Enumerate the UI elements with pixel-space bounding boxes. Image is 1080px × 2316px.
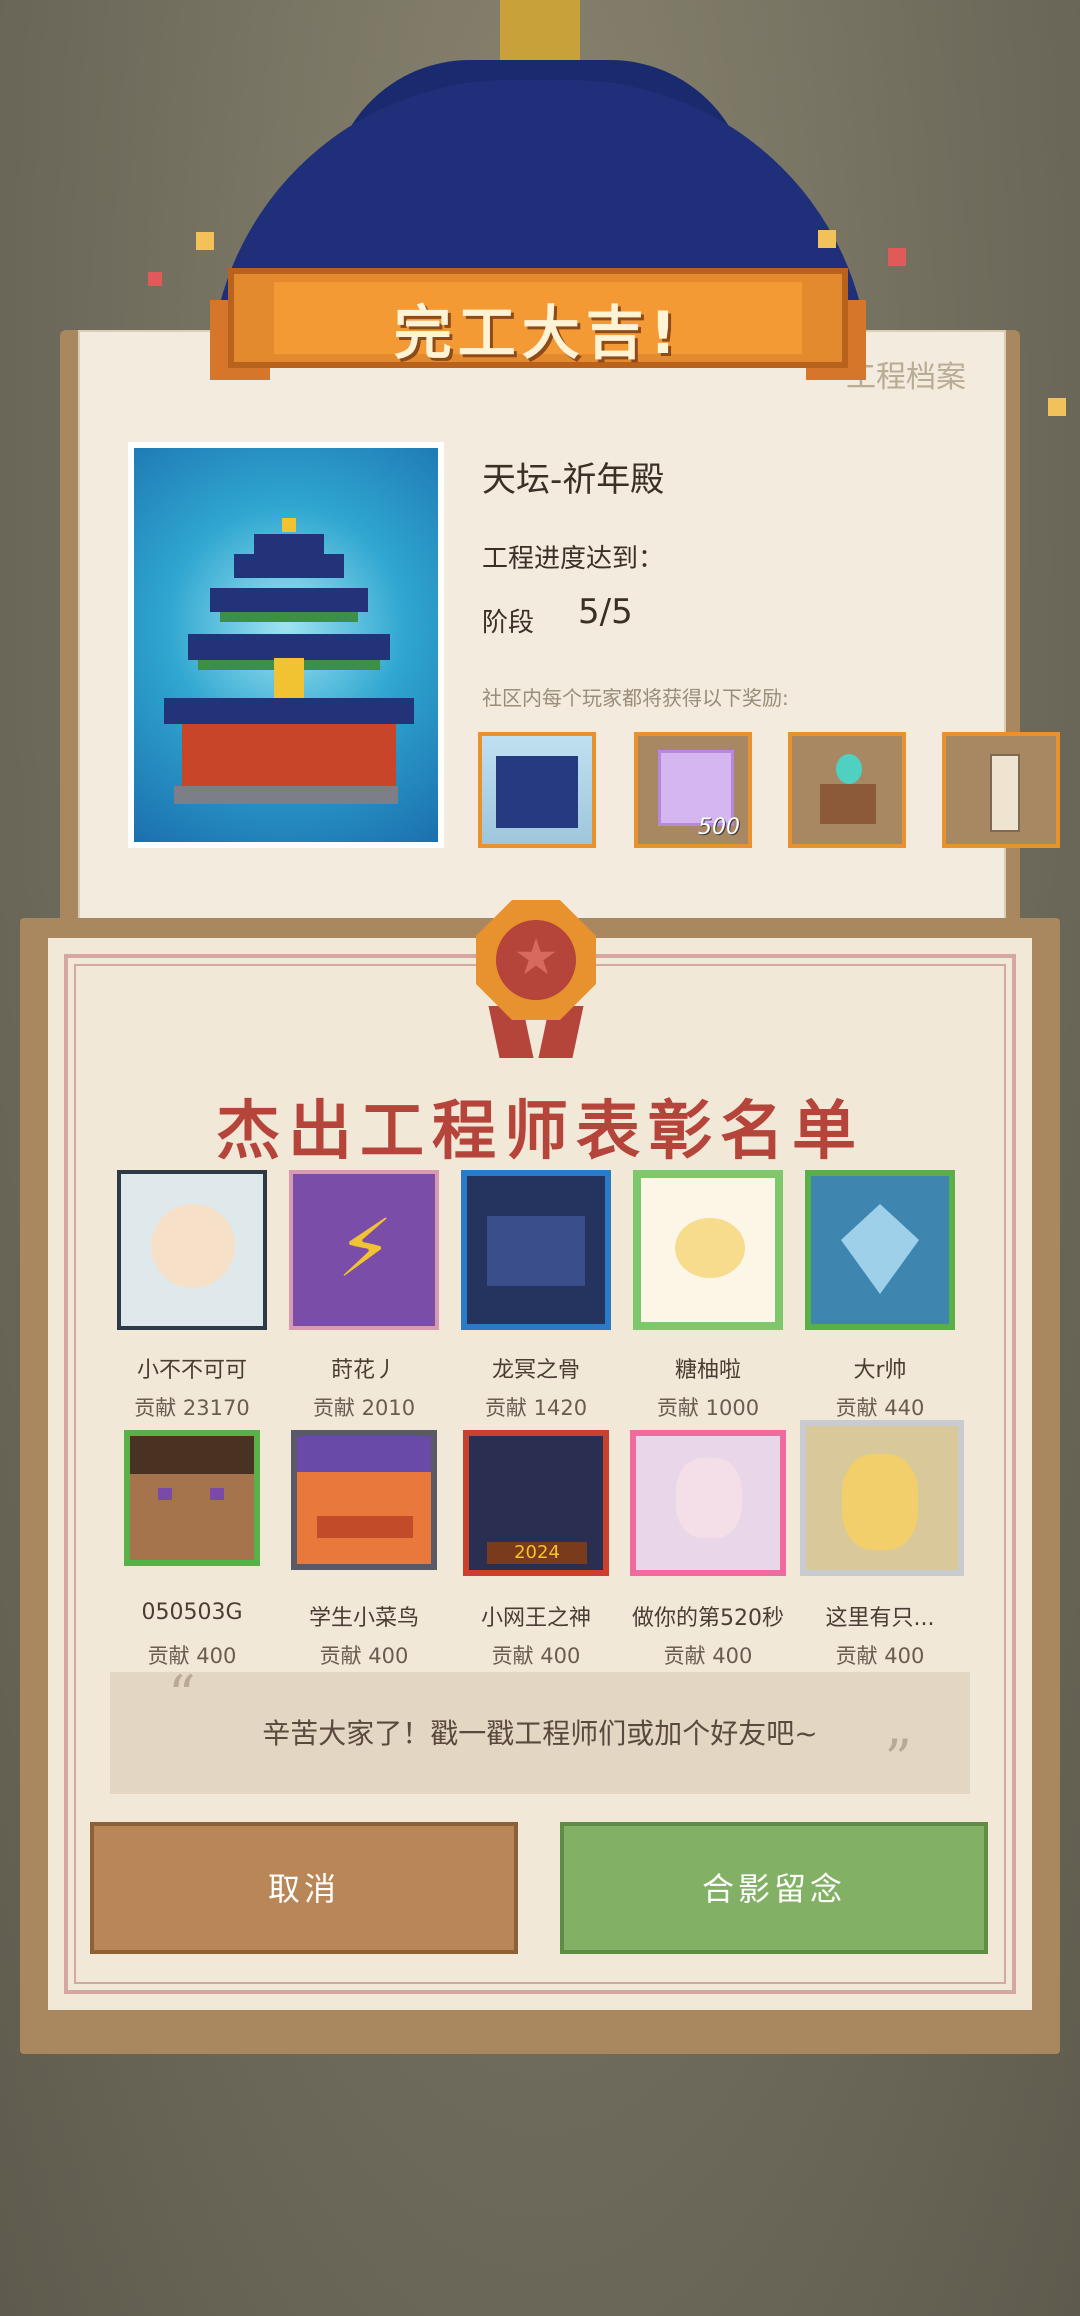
engineer-contribution: 贡献 23170: [134, 1396, 250, 1420]
engineer-contribution: 贡献 440: [835, 1396, 925, 1420]
confetti-pixel: [148, 272, 162, 286]
engineer-card[interactable]: 做你的第520秒 贡献 400: [628, 1430, 788, 1668]
message-box: “ 辛苦大家了！戳一戳工程师们或加个好友吧~ ”: [110, 1664, 970, 1794]
cancel-button[interactable]: 取消: [90, 1822, 518, 1954]
thanks-message: 辛苦大家了！戳一戳工程师们或加个好友吧~: [262, 1717, 818, 1750]
progress-label: 工程进度达到：: [482, 544, 665, 574]
engineer-contribution: 贡献 1000: [656, 1396, 760, 1420]
confetti-pixel: [888, 248, 906, 266]
confetti-pixel: [196, 232, 214, 250]
medal-badge: ★: [462, 888, 610, 1058]
reward-crafting-table[interactable]: [788, 732, 906, 848]
engineer-contribution: 贡献 1420: [484, 1396, 588, 1420]
engineer-name: 小不不可可: [136, 1358, 247, 1383]
engineer-contribution: 贡献 400: [663, 1644, 753, 1668]
lightning-icon: ⚡: [337, 1202, 394, 1295]
engineer-contribution: 贡献 400: [491, 1644, 581, 1668]
engineer-card[interactable]: 050503G 贡献 400: [112, 1430, 272, 1668]
group-photo-button[interactable]: 合影留念: [560, 1822, 988, 1954]
engineer-avatar[interactable]: 2024: [463, 1430, 609, 1576]
completion-banner: 完工大吉!: [228, 268, 848, 368]
honor-list-heading: 杰出工程师表彰名单: [216, 1095, 864, 1169]
reward-scroll-banner[interactable]: [942, 732, 1060, 848]
engineer-name: 这里有只...: [825, 1606, 935, 1631]
engineer-name: 莳花丿: [330, 1358, 397, 1383]
star-icon: ★: [513, 928, 559, 986]
engineer-name: 学生小菜鸟: [308, 1606, 419, 1631]
engineer-avatar[interactable]: [291, 1430, 437, 1570]
engineer-avatar[interactable]: [633, 1170, 783, 1330]
close-quote-icon: ”: [884, 1728, 912, 1791]
stage-label: 阶段: [482, 608, 535, 638]
engineer-card[interactable]: 学生小菜鸟 贡献 400: [284, 1430, 444, 1668]
project-thumbnail: [128, 442, 444, 848]
engineer-card[interactable]: 糖柚啦 贡献 1000: [628, 1170, 788, 1420]
engineer-card[interactable]: 小不不可可 贡献 23170: [112, 1170, 272, 1420]
temple-of-heaven-model-icon: [496, 756, 578, 828]
reward-temple-model[interactable]: [478, 732, 596, 848]
reward-note: 社区内每个玩家都将获得以下奖励:: [482, 686, 789, 710]
engineer-avatar[interactable]: [124, 1430, 260, 1566]
confetti-pixel: [1048, 398, 1066, 416]
engineer-card[interactable]: 龙冥之骨 贡献 1420: [456, 1170, 616, 1420]
stage-value: 5/5: [578, 592, 633, 632]
crafting-table-icon: [820, 784, 876, 824]
confetti-pixel: [818, 230, 836, 248]
engineer-card[interactable]: 这里有只... 贡献 400: [800, 1420, 964, 1668]
engineer-card[interactable]: 大r帅 贡献 440: [800, 1170, 960, 1420]
engineer-contribution: 贡献 400: [319, 1644, 409, 1668]
engineer-avatar[interactable]: [461, 1170, 611, 1330]
scroll-banner-icon: [990, 754, 1020, 832]
banner-title: 完工大吉!: [393, 299, 683, 367]
engineer-name: 大r帅: [853, 1358, 907, 1383]
engineer-contribution: 贡献 2010: [312, 1396, 416, 1420]
engineer-avatar[interactable]: [630, 1430, 786, 1576]
engineer-avatar[interactable]: [805, 1170, 955, 1330]
engineer-name: 龙冥之骨: [491, 1358, 580, 1383]
engineer-name: 做你的第520秒: [632, 1606, 784, 1631]
reward-purple-cube[interactable]: 500: [634, 732, 752, 848]
engineer-card[interactable]: 2024 小网王之神 贡献 400: [456, 1430, 616, 1668]
project-name: 天坛-祈年殿: [482, 460, 665, 500]
engineer-name: 小网王之神: [480, 1606, 591, 1631]
engineer-name: 050503G: [141, 1600, 243, 1625]
engineer-name: 糖柚啦: [674, 1358, 741, 1383]
engineer-avatar[interactable]: [117, 1170, 267, 1330]
engineer-avatar[interactable]: [800, 1420, 964, 1576]
engineer-avatar[interactable]: ⚡: [289, 1170, 439, 1330]
engineer-card[interactable]: ⚡ 莳花丿 贡献 2010: [284, 1170, 444, 1420]
engineer-contribution: 贡献 400: [835, 1644, 925, 1668]
